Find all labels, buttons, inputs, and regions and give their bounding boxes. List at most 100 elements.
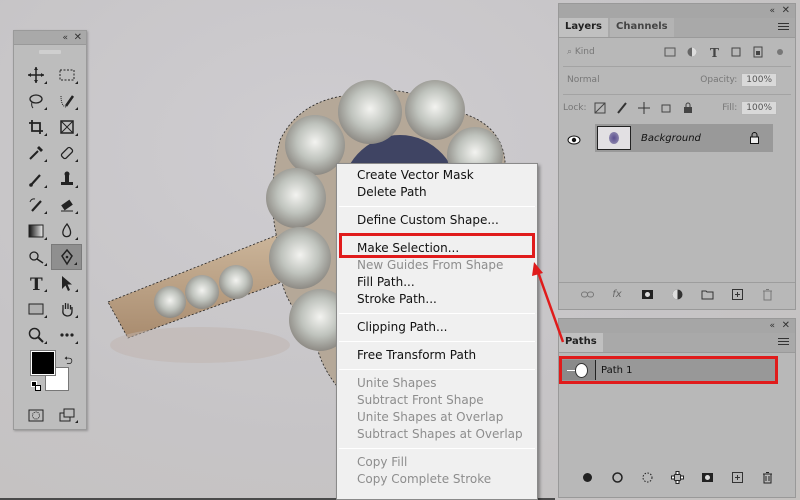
trash-icon[interactable]: [759, 287, 775, 303]
tab-layers[interactable]: Layers: [559, 18, 608, 37]
panel-menu-icon[interactable]: [778, 338, 789, 347]
menu-item-make-selection[interactable]: Make Selection...: [357, 240, 459, 257]
make-work-path-icon[interactable]: [669, 469, 685, 485]
menu-item-delete-path[interactable]: Delete Path: [357, 184, 427, 201]
trash-icon[interactable]: [759, 469, 775, 485]
eyedropper-tool[interactable]: [20, 140, 51, 166]
menu-item-create-vector-mask[interactable]: Create Vector Mask: [357, 167, 474, 184]
panel-header[interactable]: « ✕: [559, 4, 795, 18]
tool-group-indicator: [75, 211, 78, 214]
close-icon[interactable]: ✕: [782, 4, 790, 18]
screen-mode-button[interactable]: [51, 403, 82, 427]
blend-mode-select[interactable]: Normal: [563, 74, 683, 86]
bandage-icon: [60, 146, 73, 160]
eraser-icon: [60, 199, 73, 212]
mask-icon[interactable]: [639, 287, 655, 303]
lock-icon: [750, 129, 759, 148]
panel-header[interactable]: « ✕: [559, 319, 795, 333]
close-icon[interactable]: ✕: [74, 31, 82, 45]
layer-row-background[interactable]: Background: [595, 124, 773, 152]
zoom-tool[interactable]: [20, 322, 51, 348]
path-selection-tool[interactable]: [51, 270, 82, 296]
menu-divider: [339, 206, 535, 207]
lock-pixels-brush-icon[interactable]: [614, 100, 630, 116]
smart-object-filter-icon[interactable]: [750, 44, 766, 60]
menu-item-clipping-path[interactable]: Clipping Path...: [357, 319, 447, 336]
clone-stamp-tool[interactable]: [51, 166, 82, 192]
lasso-tool[interactable]: [20, 88, 51, 114]
menu-item-fill-path[interactable]: Fill Path...: [357, 274, 415, 291]
marquee-icon: [59, 69, 74, 81]
image-filter-icon[interactable]: [662, 44, 678, 60]
more-tools[interactable]: [51, 322, 82, 348]
opacity-input[interactable]: 100%: [741, 73, 777, 87]
close-icon[interactable]: ✕: [782, 319, 790, 333]
frame-tool[interactable]: [51, 114, 82, 140]
foreground-color-swatch[interactable]: [30, 350, 56, 376]
type-filter-icon[interactable]: T: [706, 44, 722, 60]
paths-footer: [559, 465, 795, 489]
folder-icon[interactable]: [699, 287, 715, 303]
tab-paths[interactable]: Paths: [559, 333, 603, 352]
lock-position-move-icon[interactable]: [636, 100, 652, 116]
link-icon[interactable]: [579, 287, 595, 303]
quick-selection-tool[interactable]: [51, 88, 82, 114]
tools-panel-header[interactable]: « ✕: [14, 31, 86, 45]
fx-icon[interactable]: fx: [609, 287, 625, 303]
menu-item-subtract-front-shape: Subtract Front Shape: [357, 393, 484, 407]
adjustment-icon[interactable]: [669, 287, 685, 303]
paths-panel: « ✕ Paths Path 1: [558, 318, 796, 498]
tab-channels[interactable]: Channels: [610, 18, 674, 37]
default-colors-icon[interactable]: [31, 381, 41, 391]
rectangular-marquee-tool[interactable]: [51, 62, 82, 88]
new-path-icon[interactable]: [729, 469, 745, 485]
tool-group-indicator: [44, 263, 47, 266]
panel-grip[interactable]: [39, 50, 61, 54]
stroke-path-icon[interactable]: [609, 469, 625, 485]
double-chevron-left-icon[interactable]: «: [769, 319, 775, 333]
quick-mask-button[interactable]: [20, 403, 51, 427]
hand-tool[interactable]: [51, 296, 82, 322]
adjustment-filter-icon[interactable]: [684, 44, 700, 60]
fill-path-icon[interactable]: [579, 469, 595, 485]
gradient-tool[interactable]: [20, 218, 51, 244]
shape-filter-icon[interactable]: [728, 44, 744, 60]
quick-selection-icon: [60, 95, 74, 108]
load-selection-icon[interactable]: [639, 469, 655, 485]
eye-icon[interactable]: [567, 130, 581, 149]
menu-item-stroke-path[interactable]: Stroke Path...: [357, 291, 437, 308]
double-chevron-left-icon[interactable]: «: [62, 31, 68, 45]
menu-item-define-custom-shape[interactable]: Define Custom Shape...: [357, 212, 499, 229]
eraser-tool[interactable]: [51, 192, 82, 218]
lock-transparent-icon[interactable]: [592, 100, 608, 116]
filter-kind-select[interactable]: ⌕ Kind: [563, 46, 643, 58]
double-chevron-left-icon[interactable]: «: [769, 4, 775, 18]
brush-tool[interactable]: [20, 166, 51, 192]
history-brush-tool[interactable]: [20, 192, 51, 218]
healing-brush-tool[interactable]: [51, 140, 82, 166]
lock-label: Lock:: [563, 103, 587, 113]
tool-group-indicator: [75, 81, 78, 84]
tool-group-indicator: [75, 159, 78, 162]
path-row-path-1[interactable]: Path 1: [559, 356, 778, 384]
tool-group-indicator: [44, 341, 47, 344]
pen-tool[interactable]: [51, 244, 82, 270]
brush-icon: [28, 174, 41, 187]
divider: [563, 66, 791, 67]
new-layer-icon[interactable]: [729, 287, 745, 303]
type-tool[interactable]: T: [20, 270, 51, 296]
move-tool[interactable]: [20, 62, 51, 88]
lock-artboard-icon[interactable]: [658, 100, 674, 116]
lock-fill-row: Lock: Fill: 100%: [563, 100, 791, 116]
dodge-tool[interactable]: [20, 244, 51, 270]
blur-tool[interactable]: [51, 218, 82, 244]
add-mask-icon[interactable]: [699, 469, 715, 485]
crop-tool[interactable]: [20, 114, 51, 140]
filter-toggle-icon[interactable]: [772, 44, 788, 60]
lock-all-icon[interactable]: [680, 100, 696, 116]
swap-colors-icon[interactable]: ⮌: [64, 352, 73, 371]
fill-input[interactable]: 100%: [741, 101, 777, 115]
panel-menu-icon[interactable]: [778, 23, 789, 32]
rectangle-tool[interactable]: [20, 296, 51, 322]
menu-item-free-transform-path[interactable]: Free Transform Path: [357, 347, 476, 364]
